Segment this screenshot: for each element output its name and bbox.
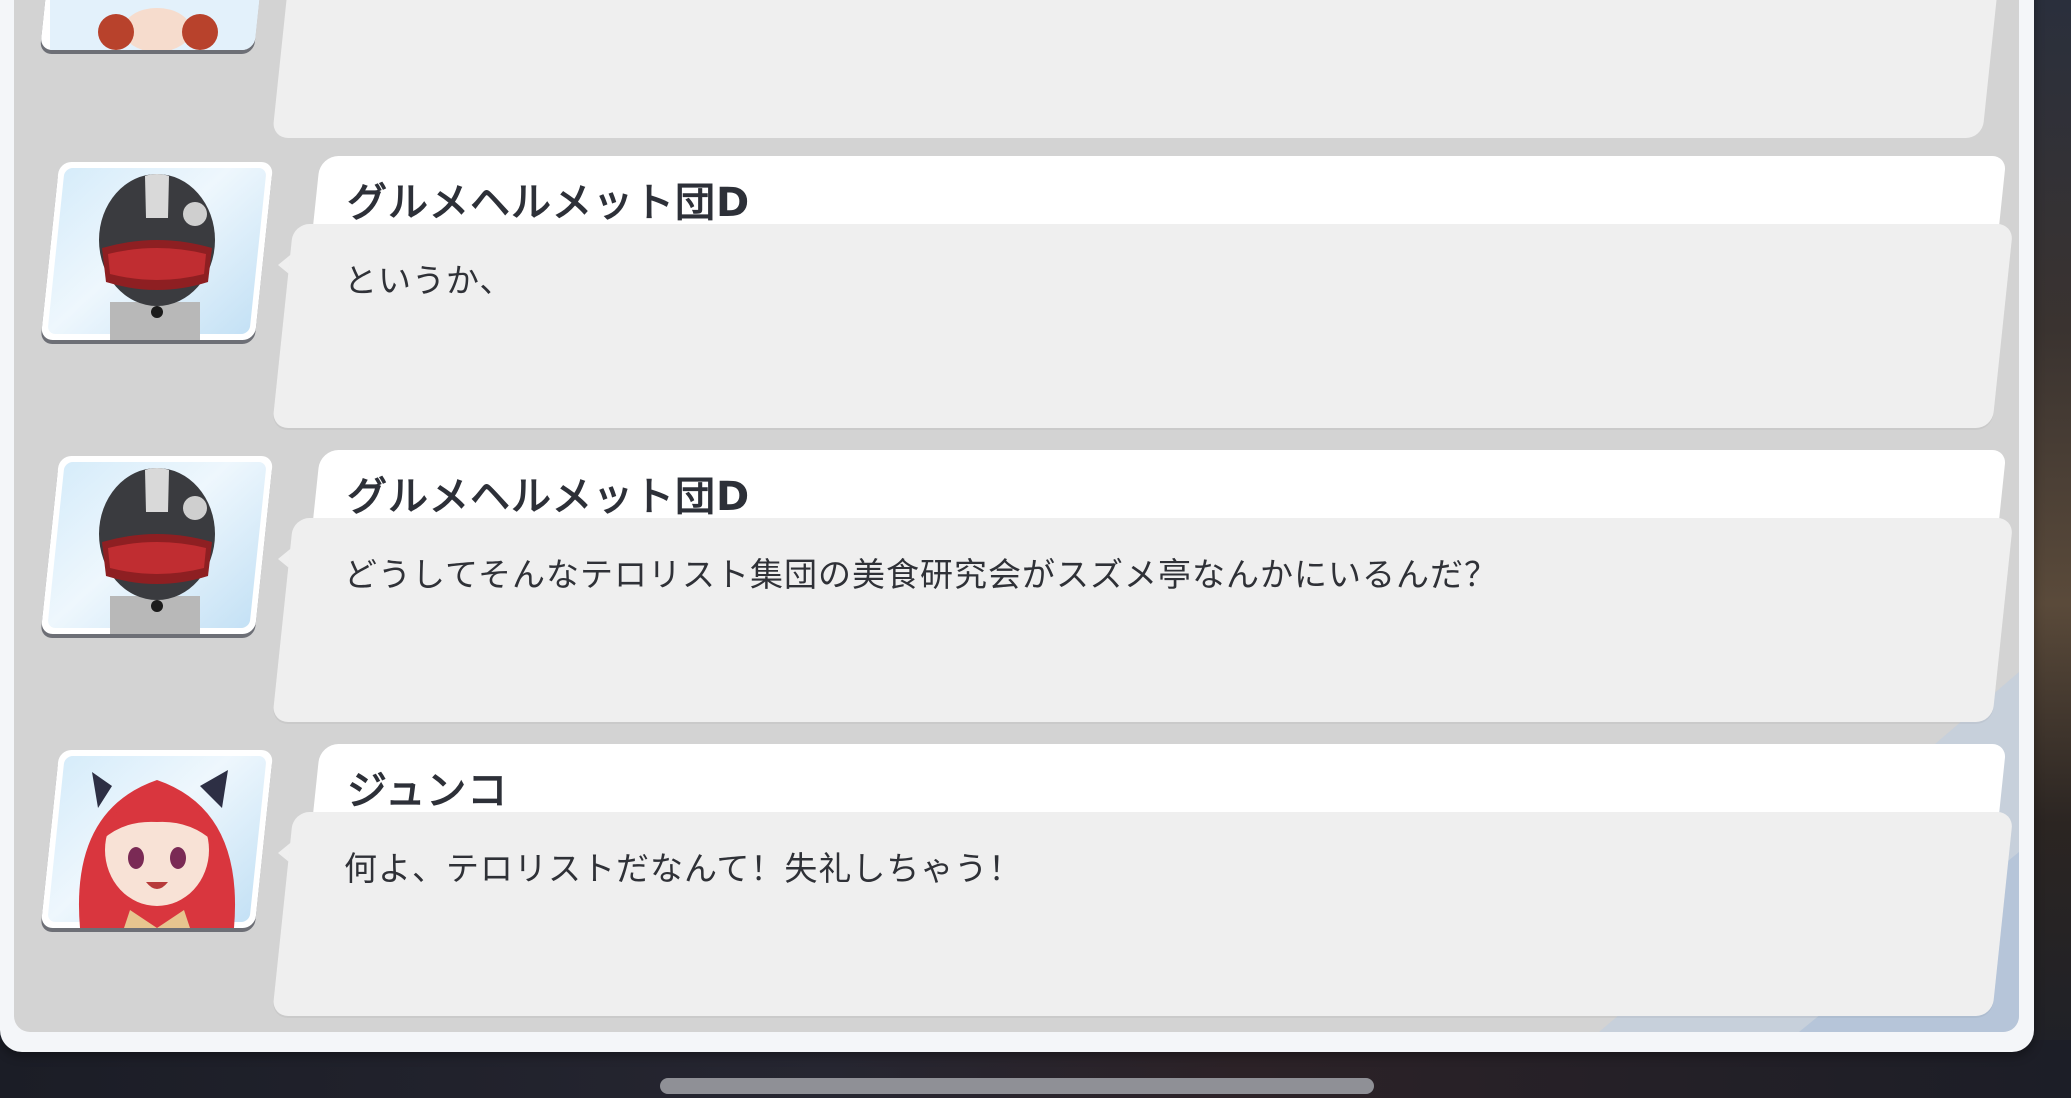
message-text: 何よ、テロリストだなんて！失礼しちゃう！ [344,849,1023,888]
helmet-avatar-icon [40,456,274,634]
speaker-name: グルメヘルメット団D [347,474,751,520]
message-text: どうしてそんなテロリスト集団の美食研究会がスズメ亭なんかにいるんだ？ [344,555,1499,594]
speaker-name: ジュンコ [347,768,509,814]
junko-avatar-icon [40,0,274,50]
helmet-avatar-icon [40,162,274,340]
speaker-name: グルメヘルメット団D [347,180,751,226]
home-indicator-bar[interactable] [660,1078,1374,1094]
message-box [272,224,2014,428]
log-entry[interactable]: ジュンコ 何よ、テロリストだなんて！失礼しちゃう！ [14,744,2019,1032]
log-entry[interactable]: グルメヘルメット団D というか、 [14,156,2019,462]
message-box [272,0,2001,138]
log-entry[interactable]: グルメヘルメット団D どうしてそんなテロリスト集団の美食研究会がスズメ亭なんかに… [14,450,2019,756]
dialogue-log-panel[interactable]: グルメヘルメット団D というか、 グルメヘルメット団D どうしてそんなテロリスト… [0,0,2034,1052]
junko-avatar-icon [40,750,274,928]
dialogue-log-list[interactable]: グルメヘルメット団D というか、 グルメヘルメット団D どうしてそんなテロリスト… [14,0,2019,1032]
message-text: というか、 [344,261,514,300]
